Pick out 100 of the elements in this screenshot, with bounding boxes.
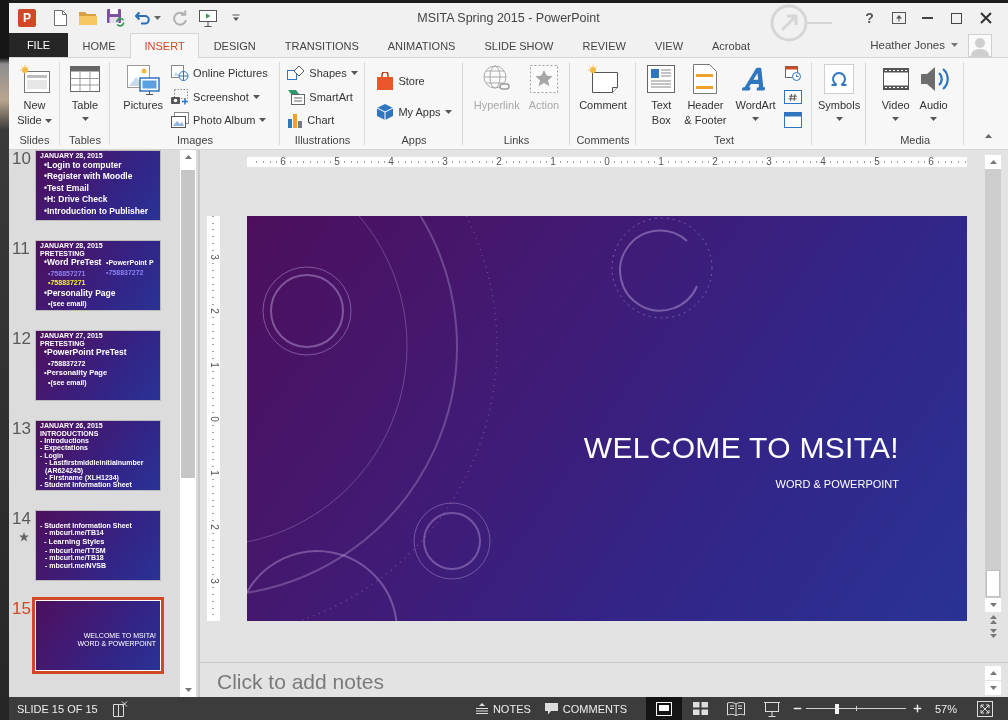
caret-up-icon [184,155,192,159]
thumbnail-text: •Test Email [44,182,89,194]
scroll-down-button[interactable] [985,598,1001,612]
caret-down-icon [989,603,997,607]
table-button[interactable]: Table [67,60,103,133]
scroll-down-button[interactable] [985,680,1001,695]
chart-button[interactable]: Chart [285,109,337,132]
wordart-button[interactable]: WordArt [732,60,779,133]
comment-button[interactable]: Comment [576,60,630,133]
slide-number: 14 [12,510,31,527]
ruler-number: 3 [208,252,219,261]
smartart-button[interactable]: SmartArt [285,85,355,108]
app-logo: P [18,9,36,27]
scroll-up-button[interactable] [985,155,1001,169]
group-label: Media [900,133,931,148]
my-apps-button[interactable]: My Apps [374,101,454,124]
projector-screen-icon [199,9,217,27]
symbols-button[interactable]: Symbols [815,60,864,133]
text-box-icon [647,65,676,93]
slide-counter: SLIDE 15 OF 15 [17,702,98,715]
group-label: Slides [19,133,50,148]
group-label: Comments [576,133,630,148]
ruler-number: 4 [819,157,827,167]
caret-down-icon [184,688,192,692]
film-icon [882,66,909,92]
zoom-level-button[interactable]: 57% [930,697,962,720]
ruler-number: 5 [873,157,881,167]
ruler-number: 3 [441,157,449,167]
ruler-number: 2 [711,157,719,167]
folder-icon [79,11,97,25]
ruler-number: 3 [765,157,773,167]
slide-number: 11 [12,240,30,257]
group-label: Tables [69,133,101,148]
ribbon-tab[interactable]: HOME [68,33,130,58]
caret-down-icon [989,685,997,690]
slide-number: 12 [12,330,31,347]
globe-link-icon [482,65,511,93]
projector-screen-icon [764,700,780,717]
caret-up-icon [989,160,997,164]
account-button[interactable]: Heather Jones [868,39,960,51]
omega-icon [824,64,855,94]
header-footer-button[interactable]: Header & Footer [681,60,730,133]
audio-button[interactable]: Audio [915,60,952,133]
shapes-button[interactable]: Shapes [285,61,360,84]
new-slide-button[interactable]: New Slide [14,60,55,133]
ruler-number: 1 [657,157,665,167]
store-button[interactable]: Store [374,69,427,92]
online-pictures-button[interactable]: Online Pictures [169,61,270,84]
thumbnail-text: •Register with Moodle [44,171,133,183]
picture-globe-icon [171,64,190,81]
thumbnail-text: •PowerPoint PreTest [44,347,127,359]
notes-button[interactable]: NOTES [468,697,538,720]
ribbon-tab[interactable]: Acrobat [697,33,765,58]
cube-icon [376,103,395,122]
pictures-button[interactable]: Pictures [120,60,167,133]
file-tab[interactable]: FILE [9,33,68,57]
thumbnail-text: •H: Drive Check [44,194,108,206]
slide-number: 13 [12,420,31,437]
thumbnail-text: •Personality Page [44,287,116,299]
scrollbar-thumb[interactable] [181,170,195,478]
shapes-icon [287,64,306,81]
table-icon [70,66,100,92]
scrollbar-thumb[interactable] [986,570,1000,597]
ribbon-tab[interactable]: REVIEW [568,33,641,58]
calendar-clock-icon [784,64,801,81]
slider-thumb[interactable] [835,703,839,714]
text-box-button[interactable]: Text Box [644,60,679,133]
help-button[interactable]: ? [855,5,884,31]
ribbon-tab[interactable]: SLIDE SHOW [469,33,568,58]
comments-button[interactable]: COMMENTS [537,697,634,720]
picture-monitor-icon [126,63,161,95]
slide-number: 15 [12,600,31,617]
thumbnail-text: •Login to computer [44,159,122,171]
normal-view-button[interactable] [646,697,682,720]
notes-field[interactable]: Click to add notes [200,663,985,697]
redo-icon [172,10,188,26]
thumbnail-text: •Introduction to Publisher [44,205,149,217]
ribbon-tab[interactable]: TRANSITIONS [270,33,374,58]
ribbon-tab[interactable]: INSERT [130,33,200,58]
ruler-number: 1 [208,360,219,369]
photo-stack-icon [171,112,190,129]
speech-bubble-icon [544,702,558,715]
video-button[interactable]: Video [878,60,913,133]
hash-box-icon [783,89,802,104]
ribbon-tab[interactable]: ANIMATIONS [373,33,470,58]
notes-icon [475,702,488,715]
scroll-up-button[interactable] [985,665,1001,680]
ribbon-tab[interactable]: DESIGN [199,33,271,58]
caret-up-icon [989,670,997,675]
ruler-number: 3 [208,576,219,585]
photo-album-button[interactable]: Photo Album [169,109,269,132]
double-caret-down-icon [989,628,997,638]
circuit-drawing [770,3,832,43]
window-icon [783,112,802,129]
screenshot-button[interactable]: Screenshot [169,85,262,108]
book-cross-icon [111,700,128,717]
group-label: Text [713,133,735,148]
ribbon-tab[interactable]: VIEW [640,33,698,58]
caret-icon [951,43,958,47]
star-box-icon [529,65,558,93]
